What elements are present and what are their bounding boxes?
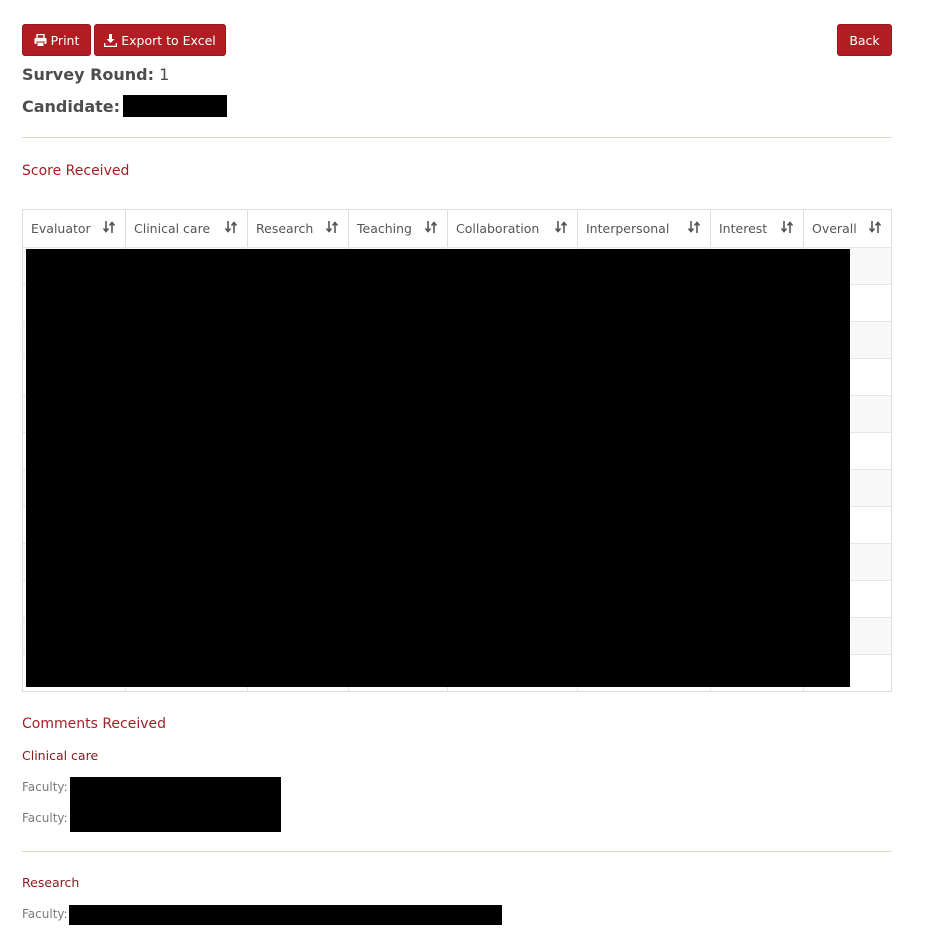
sort-icon (780, 221, 794, 233)
back-label: Back (849, 32, 880, 48)
survey-round-value: 1 (159, 65, 170, 84)
sort-icon (102, 221, 116, 233)
column-header-teaching[interactable]: Teaching (349, 210, 448, 247)
sort-icon (868, 221, 882, 233)
download-icon (104, 33, 118, 47)
print-button[interactable]: Print (22, 24, 91, 56)
divider (22, 851, 892, 852)
faculty-label: Faculty: (22, 780, 68, 794)
print-label: Print (50, 32, 80, 48)
faculty-comment-redacted (69, 905, 502, 925)
sort-icon (424, 221, 438, 233)
column-label: Clinical care (134, 221, 211, 236)
comment-section-clinical-care-title: Clinical care (22, 748, 99, 763)
faculty-label: Faculty: (22, 907, 68, 921)
column-label: Interest (719, 221, 768, 236)
column-header-research[interactable]: Research (248, 210, 349, 247)
column-header-interpersonal[interactable]: Interpersonal (578, 210, 711, 247)
sort-icon (224, 221, 238, 233)
faculty-label: Faculty: (22, 811, 68, 825)
table-content-redacted (26, 249, 850, 687)
sort-icon (325, 221, 339, 233)
column-header-evaluator[interactable]: Evaluator (23, 210, 126, 247)
column-label: Collaboration (456, 221, 540, 236)
column-header-overall[interactable]: Overall (804, 210, 891, 247)
column-label: Evaluator (31, 221, 91, 236)
comment-section-research-title: Research (22, 875, 80, 890)
export-to-excel-button[interactable]: Export to Excel (94, 24, 226, 56)
divider (22, 137, 892, 138)
score-table: Evaluator Clinical care Research Teachin… (22, 209, 892, 692)
score-received-title: Score Received (22, 163, 130, 179)
candidate-label: Candidate: (22, 96, 121, 116)
comments-received-title: Comments Received (22, 716, 167, 732)
candidate-name-redacted (123, 95, 228, 117)
faculty-comments-redacted (70, 777, 281, 832)
survey-round-label: Survey Round: (22, 65, 155, 84)
column-header-collaboration[interactable]: Collaboration (448, 210, 578, 247)
back-button[interactable]: Back (837, 24, 892, 56)
sort-icon (554, 221, 568, 233)
column-header-clinical-care[interactable]: Clinical care (126, 210, 248, 247)
table-header: Evaluator Clinical care Research Teachin… (23, 210, 891, 248)
sort-icon (687, 221, 701, 233)
column-label: Research (256, 221, 314, 236)
printer-icon (34, 33, 47, 47)
column-label: Interpersonal (586, 221, 670, 236)
survey-round: Survey Round: 1 (22, 65, 169, 84)
candidate: Candidate: (22, 95, 228, 117)
export-label: Export to Excel (121, 32, 216, 48)
column-label: Teaching (357, 221, 412, 236)
column-header-interest[interactable]: Interest (711, 210, 804, 247)
column-label: Overall (812, 221, 857, 236)
